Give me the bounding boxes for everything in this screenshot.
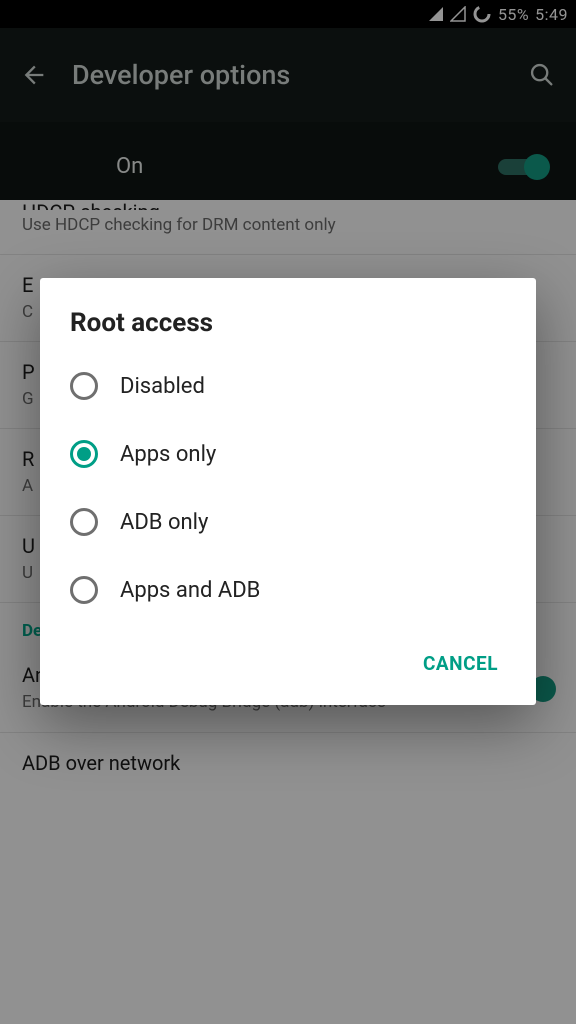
radio-icon (70, 508, 98, 536)
option-adb-only[interactable]: ADB only (40, 488, 536, 556)
cancel-button[interactable]: CANCEL (409, 642, 512, 685)
radio-icon (70, 372, 98, 400)
option-apps-only[interactable]: Apps only (40, 420, 536, 488)
radio-icon (70, 440, 98, 468)
radio-icon (70, 576, 98, 604)
option-label: Apps only (120, 442, 216, 467)
root-access-dialog: Root access Disabled Apps only ADB only … (40, 278, 536, 705)
option-label: Apps and ADB (120, 578, 260, 603)
option-label: Disabled (120, 374, 205, 399)
dialog-title: Root access (40, 308, 536, 352)
option-label: ADB only (120, 510, 208, 535)
option-apps-and-adb[interactable]: Apps and ADB (40, 556, 536, 624)
option-disabled[interactable]: Disabled (40, 352, 536, 420)
dialog-actions: CANCEL (40, 624, 536, 695)
